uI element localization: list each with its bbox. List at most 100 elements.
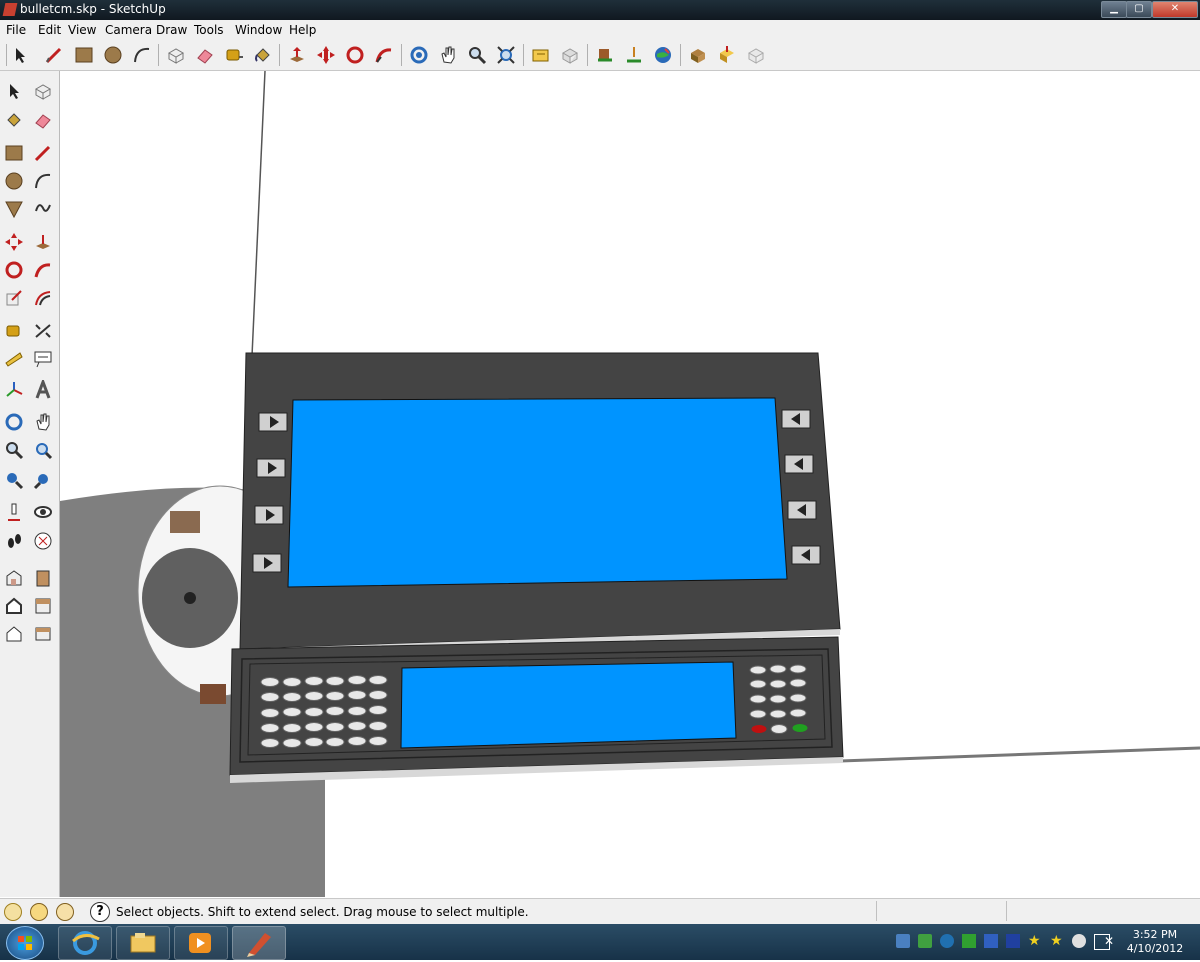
- pan-icon[interactable]: [436, 43, 460, 67]
- right-view-icon[interactable]: [31, 594, 55, 618]
- dimension-icon[interactable]: [31, 319, 55, 343]
- clock-time: 3:52 PM: [1132, 928, 1178, 941]
- menu-tools[interactable]: Tools: [194, 23, 224, 37]
- previous-view-icon[interactable]: [2, 468, 26, 492]
- zoom-window-icon[interactable]: [31, 438, 55, 462]
- rotate-icon[interactable]: [343, 43, 367, 67]
- arc-icon[interactable]: [130, 43, 154, 67]
- look-around-icon[interactable]: [31, 500, 55, 524]
- offset-icon[interactable]: [31, 286, 55, 310]
- menu-draw[interactable]: Draw: [156, 23, 187, 37]
- checkmark-tray-icon[interactable]: [962, 934, 976, 948]
- measurements-value-box[interactable]: [1006, 901, 1007, 921]
- update-tray-icon[interactable]: [940, 934, 954, 948]
- paint-bucket-icon[interactable]: [2, 108, 26, 132]
- tape-measure-icon[interactable]: [222, 43, 246, 67]
- zoom-icon[interactable]: [2, 438, 26, 462]
- sketchup-app-icon: [2, 3, 18, 16]
- push-pull-icon[interactable]: [285, 43, 309, 67]
- tape-measure-icon[interactable]: [2, 319, 26, 343]
- sketchup-taskbar-button[interactable]: [232, 926, 286, 960]
- credits-icon[interactable]: [30, 903, 48, 921]
- main-screen: [287, 397, 788, 588]
- make-component-icon[interactable]: [31, 79, 55, 103]
- close-button[interactable]: ✕: [1152, 1, 1198, 18]
- move-icon[interactable]: [2, 230, 26, 254]
- network-tray-icon[interactable]: [896, 934, 910, 948]
- menu-view[interactable]: View: [68, 23, 96, 37]
- position-camera-icon[interactable]: [2, 500, 26, 524]
- volume-muted-icon[interactable]: ✕: [1104, 934, 1118, 948]
- rectangle-icon[interactable]: [72, 43, 96, 67]
- line-icon[interactable]: [31, 141, 55, 165]
- push-pull-icon[interactable]: [31, 230, 55, 254]
- media-player-taskbar-button[interactable]: [174, 926, 228, 960]
- component-warehouse-icon[interactable]: [744, 43, 768, 67]
- security-tray-icon[interactable]: [918, 934, 932, 948]
- back-view-icon[interactable]: [2, 622, 26, 646]
- protractor-icon[interactable]: [2, 347, 26, 371]
- arc-icon[interactable]: [31, 169, 55, 193]
- zoom-icon[interactable]: [465, 43, 489, 67]
- menu-window[interactable]: Window: [235, 23, 282, 37]
- star-tray-icon-2[interactable]: ★: [1050, 934, 1064, 948]
- eraser-icon[interactable]: [193, 43, 217, 67]
- polygon-icon[interactable]: [2, 197, 26, 221]
- rotate-icon[interactable]: [2, 258, 26, 282]
- freehand-icon[interactable]: [31, 197, 55, 221]
- circle-icon[interactable]: [101, 43, 125, 67]
- eraser-icon[interactable]: [31, 108, 55, 132]
- menu-edit[interactable]: Edit: [38, 23, 61, 37]
- select-icon[interactable]: [8, 43, 32, 67]
- zoom-extents-icon[interactable]: [31, 468, 55, 492]
- internet-explorer-taskbar-button[interactable]: [58, 926, 112, 960]
- star-tray-icon[interactable]: ★: [1028, 934, 1042, 948]
- instructor-icon[interactable]: ?: [90, 902, 110, 922]
- share-model-icon[interactable]: [558, 43, 582, 67]
- section-plane-icon[interactable]: [31, 529, 55, 553]
- menu-help[interactable]: Help: [289, 23, 316, 37]
- iso-view-icon[interactable]: [2, 566, 26, 590]
- start-button[interactable]: [6, 926, 44, 960]
- top-view-icon[interactable]: [31, 566, 55, 590]
- model-viewport[interactable]: [60, 71, 1200, 897]
- system-clock[interactable]: 3:52 PM 4/10/2012: [1120, 928, 1190, 956]
- toolbar-separator: [6, 44, 7, 66]
- make-component-icon[interactable]: [164, 43, 188, 67]
- menu-camera[interactable]: Camera: [105, 23, 152, 37]
- display-tray-icon[interactable]: [984, 934, 998, 948]
- menu-file[interactable]: File: [6, 23, 26, 37]
- paint-bucket-icon[interactable]: [251, 43, 275, 67]
- walk-icon[interactable]: [2, 529, 26, 553]
- move-icon[interactable]: [314, 43, 338, 67]
- google-earth-icon[interactable]: [651, 43, 675, 67]
- axes-icon[interactable]: [2, 378, 26, 402]
- left-view-icon[interactable]: [31, 622, 55, 646]
- scale-icon[interactable]: [2, 286, 26, 310]
- orbit-icon[interactable]: [2, 410, 26, 434]
- orbit-icon[interactable]: [407, 43, 431, 67]
- share-component-icon[interactable]: [715, 43, 739, 67]
- text-icon[interactable]: [31, 347, 55, 371]
- follow-me-icon[interactable]: [372, 43, 396, 67]
- pan-icon[interactable]: [31, 410, 55, 434]
- select-icon[interactable]: [2, 79, 26, 103]
- place-model-icon[interactable]: [593, 43, 617, 67]
- follow-me-icon[interactable]: [31, 258, 55, 282]
- sync-tray-icon[interactable]: [1006, 934, 1020, 948]
- help-user-icon[interactable]: [56, 903, 74, 921]
- rectangle-icon[interactable]: [2, 141, 26, 165]
- get-current-view-icon[interactable]: [622, 43, 646, 67]
- 3d-text-icon[interactable]: [31, 378, 55, 402]
- file-explorer-taskbar-button[interactable]: [116, 926, 170, 960]
- pencil-icon[interactable]: [42, 43, 66, 67]
- get-photo-texture-icon[interactable]: [686, 43, 710, 67]
- geo-location-icon[interactable]: [4, 903, 22, 921]
- get-models-icon[interactable]: [529, 43, 553, 67]
- maximize-button[interactable]: ▢: [1126, 1, 1152, 18]
- minimize-button[interactable]: ▁: [1101, 1, 1127, 18]
- circle-icon[interactable]: [2, 169, 26, 193]
- drive-tray-icon[interactable]: [1072, 934, 1086, 948]
- zoom-extents-icon[interactable]: [494, 43, 518, 67]
- front-view-icon[interactable]: [2, 594, 26, 618]
